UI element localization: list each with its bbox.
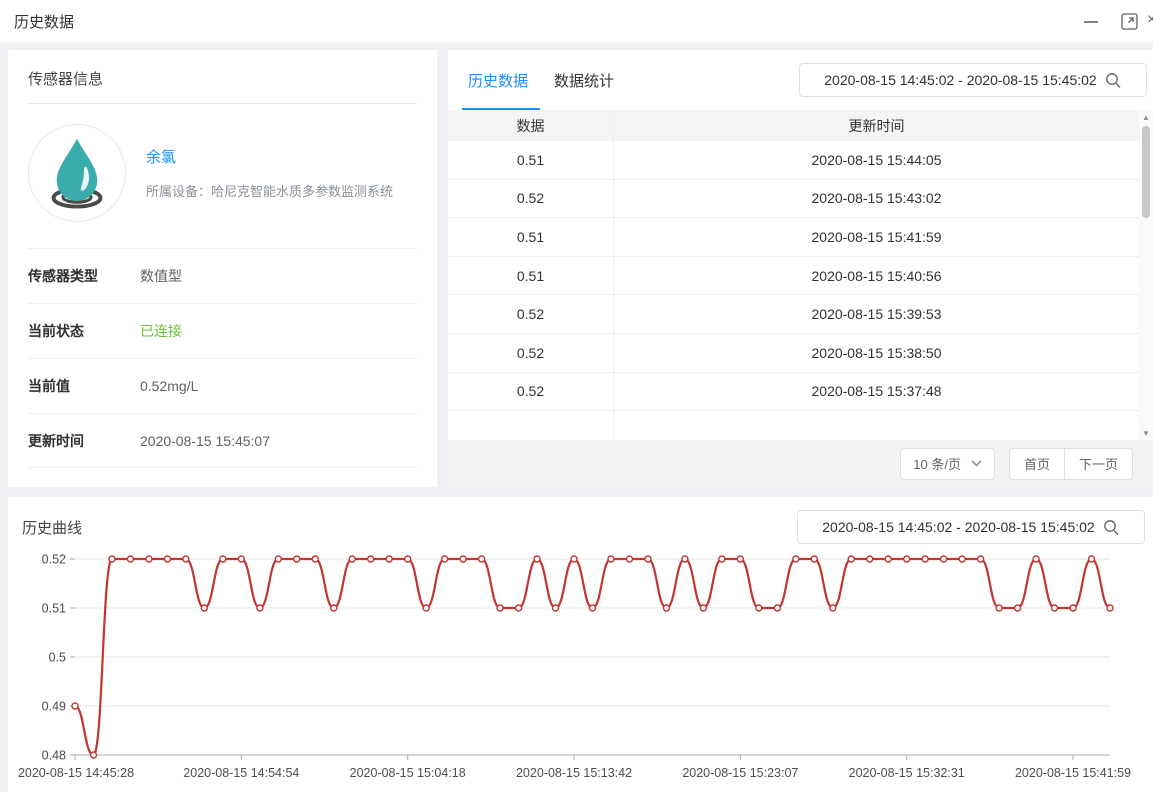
- table-row: 0.522020-08-15 15:38:50: [448, 334, 1139, 373]
- cell-data: 0.51: [448, 229, 613, 245]
- curve-date-range-picker[interactable]: 2020-08-15 14:45:02 - 2020-08-15 15:45:0…: [797, 510, 1145, 544]
- table-row: 0.522020-08-15 15:37:48: [448, 373, 1139, 412]
- sensor-name-link[interactable]: 余氯: [146, 146, 393, 167]
- scrollbar-thumb[interactable]: [1142, 126, 1150, 218]
- svg-text:2020-08-15 15:41:59: 2020-08-15 15:41:59: [1015, 766, 1131, 780]
- table-header: 数据 更新时间: [448, 110, 1139, 141]
- curve-date-range-value: 2020-08-15 14:45:02 - 2020-08-15 15:45:0…: [822, 519, 1094, 535]
- status-badge: 已连接: [140, 321, 182, 341]
- search-icon: [1105, 72, 1122, 89]
- cell-update-time: 2020-08-15 15:40:56: [613, 257, 1139, 295]
- scroll-up-icon[interactable]: ▲: [1139, 110, 1153, 124]
- table-row: 0.522020-08-15 15:43:02: [448, 180, 1139, 219]
- table-row: 0.512020-08-15 15:40:56: [448, 257, 1139, 296]
- fullscreen-icon[interactable]: [1119, 11, 1139, 31]
- svg-text:2020-08-15 15:13:42: 2020-08-15 15:13:42: [516, 766, 632, 780]
- svg-text:2020-08-15 14:45:28: 2020-08-15 14:45:28: [18, 766, 134, 780]
- field-current-value: 当前值 0.52mg/L: [28, 358, 417, 413]
- history-panel-header: 历史数据 数据统计 2020-08-15 14:45:02 - 2020-08-…: [448, 50, 1153, 110]
- svg-text:0.51: 0.51: [42, 602, 66, 616]
- date-range-value: 2020-08-15 14:45:02 - 2020-08-15 15:45:0…: [824, 72, 1096, 88]
- field-update-time: 更新时间 2020-08-15 15:45:07: [28, 413, 417, 468]
- column-header-data: 数据: [448, 116, 613, 136]
- search-icon: [1103, 519, 1120, 536]
- table-row-partial: [448, 411, 1139, 439]
- curve-panel-header: 历史曲线 2020-08-15 14:45:02 - 2020-08-15 15…: [8, 497, 1153, 547]
- sensor-info-panel: 传感器信息 余氯 所属设备：哈尼克智能水质多参数监测系统 传感器类型 数值型 当…: [8, 50, 437, 487]
- date-range-picker[interactable]: 2020-08-15 14:45:02 - 2020-08-15 15:45:0…: [799, 63, 1147, 97]
- sensor-head-text: 余氯 所属设备：哈尼克智能水质多参数监测系统: [146, 146, 393, 200]
- svg-text:0.49: 0.49: [42, 700, 66, 714]
- svg-text:2020-08-15 15:23:07: 2020-08-15 15:23:07: [682, 766, 798, 780]
- chevron-down-icon: [971, 460, 982, 467]
- cell-data: 0.51: [448, 152, 613, 168]
- cell-update-time: 2020-08-15 15:44:05: [613, 141, 1139, 179]
- table-body: 0.512020-08-15 15:44:050.522020-08-15 15…: [448, 141, 1139, 411]
- cell-update-time: 2020-08-15 15:38:50: [613, 334, 1139, 372]
- pagination-buttons: 首页 下一页: [1009, 448, 1133, 480]
- pagination-bar: 10 条/页 首页 下一页: [448, 440, 1153, 487]
- cell-data: 0.52: [448, 383, 613, 399]
- cell-data: 0.52: [448, 345, 613, 361]
- svg-text:2020-08-15 15:04:18: 2020-08-15 15:04:18: [350, 766, 466, 780]
- sensor-header: 余氯 所属设备：哈尼克智能水质多参数监测系统: [28, 124, 417, 222]
- sensor-panel-title: 传感器信息: [28, 50, 417, 104]
- cell-update-time: 2020-08-15 15:41:59: [613, 218, 1139, 256]
- tab-data-statistics[interactable]: 数据统计: [554, 50, 614, 110]
- close-icon[interactable]: ×: [1147, 11, 1153, 29]
- tab-bar: 历史数据 数据统计: [468, 50, 614, 110]
- field-value: 0.52mg/L: [140, 378, 198, 394]
- next-page-button[interactable]: 下一页: [1065, 448, 1133, 480]
- history-curve-panel: 历史曲线 2020-08-15 14:45:02 - 2020-08-15 15…: [8, 497, 1153, 792]
- first-page-button[interactable]: 首页: [1009, 448, 1065, 480]
- window-controls: [1081, 11, 1139, 31]
- page-size-value: 10 条/页: [913, 454, 961, 473]
- field-sensor-type: 传感器类型 数值型: [28, 248, 417, 303]
- cell-update-time: 2020-08-15 15:43:02: [613, 180, 1139, 218]
- svg-text:2020-08-15 15:32:31: 2020-08-15 15:32:31: [849, 766, 965, 780]
- table-row: 0.522020-08-15 15:39:53: [448, 295, 1139, 334]
- cell-data: 0.52: [448, 190, 613, 206]
- tab-history-data[interactable]: 历史数据: [468, 50, 528, 110]
- page-title: 历史数据: [14, 11, 74, 32]
- svg-text:0.5: 0.5: [49, 651, 66, 665]
- cell-data: 0.51: [448, 268, 613, 284]
- cell-update-time: 2020-08-15 15:39:53: [613, 295, 1139, 333]
- cell-data: 0.52: [448, 306, 613, 322]
- field-label: 更新时间: [28, 431, 140, 451]
- scroll-down-icon[interactable]: ▼: [1139, 426, 1153, 440]
- field-value: 2020-08-15 15:45:07: [140, 433, 270, 449]
- title-bar: 历史数据 ×: [0, 0, 1153, 42]
- field-label: 当前状态: [28, 321, 140, 341]
- sensor-device-label: 所属设备：哈尼克智能水质多参数监测系统: [146, 181, 393, 200]
- svg-text:0.48: 0.48: [42, 749, 66, 763]
- history-curve-chart: 0.48 0.49 0.5 0.51 0.52 2020-08-15 14:45:28 20…: [8, 547, 1153, 792]
- column-header-update-time: 更新时间: [613, 110, 1139, 141]
- page-size-select[interactable]: 10 条/页: [900, 448, 995, 480]
- history-data-panel: 历史数据 数据统计 2020-08-15 14:45:02 - 2020-08-…: [448, 50, 1153, 487]
- minimize-icon[interactable]: [1081, 11, 1101, 31]
- table-row: 0.512020-08-15 15:41:59: [448, 218, 1139, 257]
- svg-text:0.52: 0.52: [42, 553, 66, 567]
- sensor-fields: 传感器类型 数值型 当前状态 已连接 当前值 0.52mg/L 更新时间 202…: [28, 248, 417, 468]
- curve-panel-title: 历史曲线: [22, 517, 82, 538]
- table-scrollbar[interactable]: ▲ ▼: [1139, 110, 1153, 440]
- field-label: 当前值: [28, 376, 140, 396]
- table-row: 0.512020-08-15 15:44:05: [448, 141, 1139, 180]
- water-drop-icon: [28, 124, 126, 222]
- history-table: 数据 更新时间 0.512020-08-15 15:44:050.522020-…: [448, 110, 1139, 440]
- field-label: 传感器类型: [28, 266, 140, 286]
- svg-text:2020-08-15 14:54:54: 2020-08-15 14:54:54: [183, 766, 299, 780]
- field-value: 数值型: [140, 266, 182, 286]
- field-current-status: 当前状态 已连接: [28, 303, 417, 358]
- cell-update-time: 2020-08-15 15:37:48: [613, 373, 1139, 411]
